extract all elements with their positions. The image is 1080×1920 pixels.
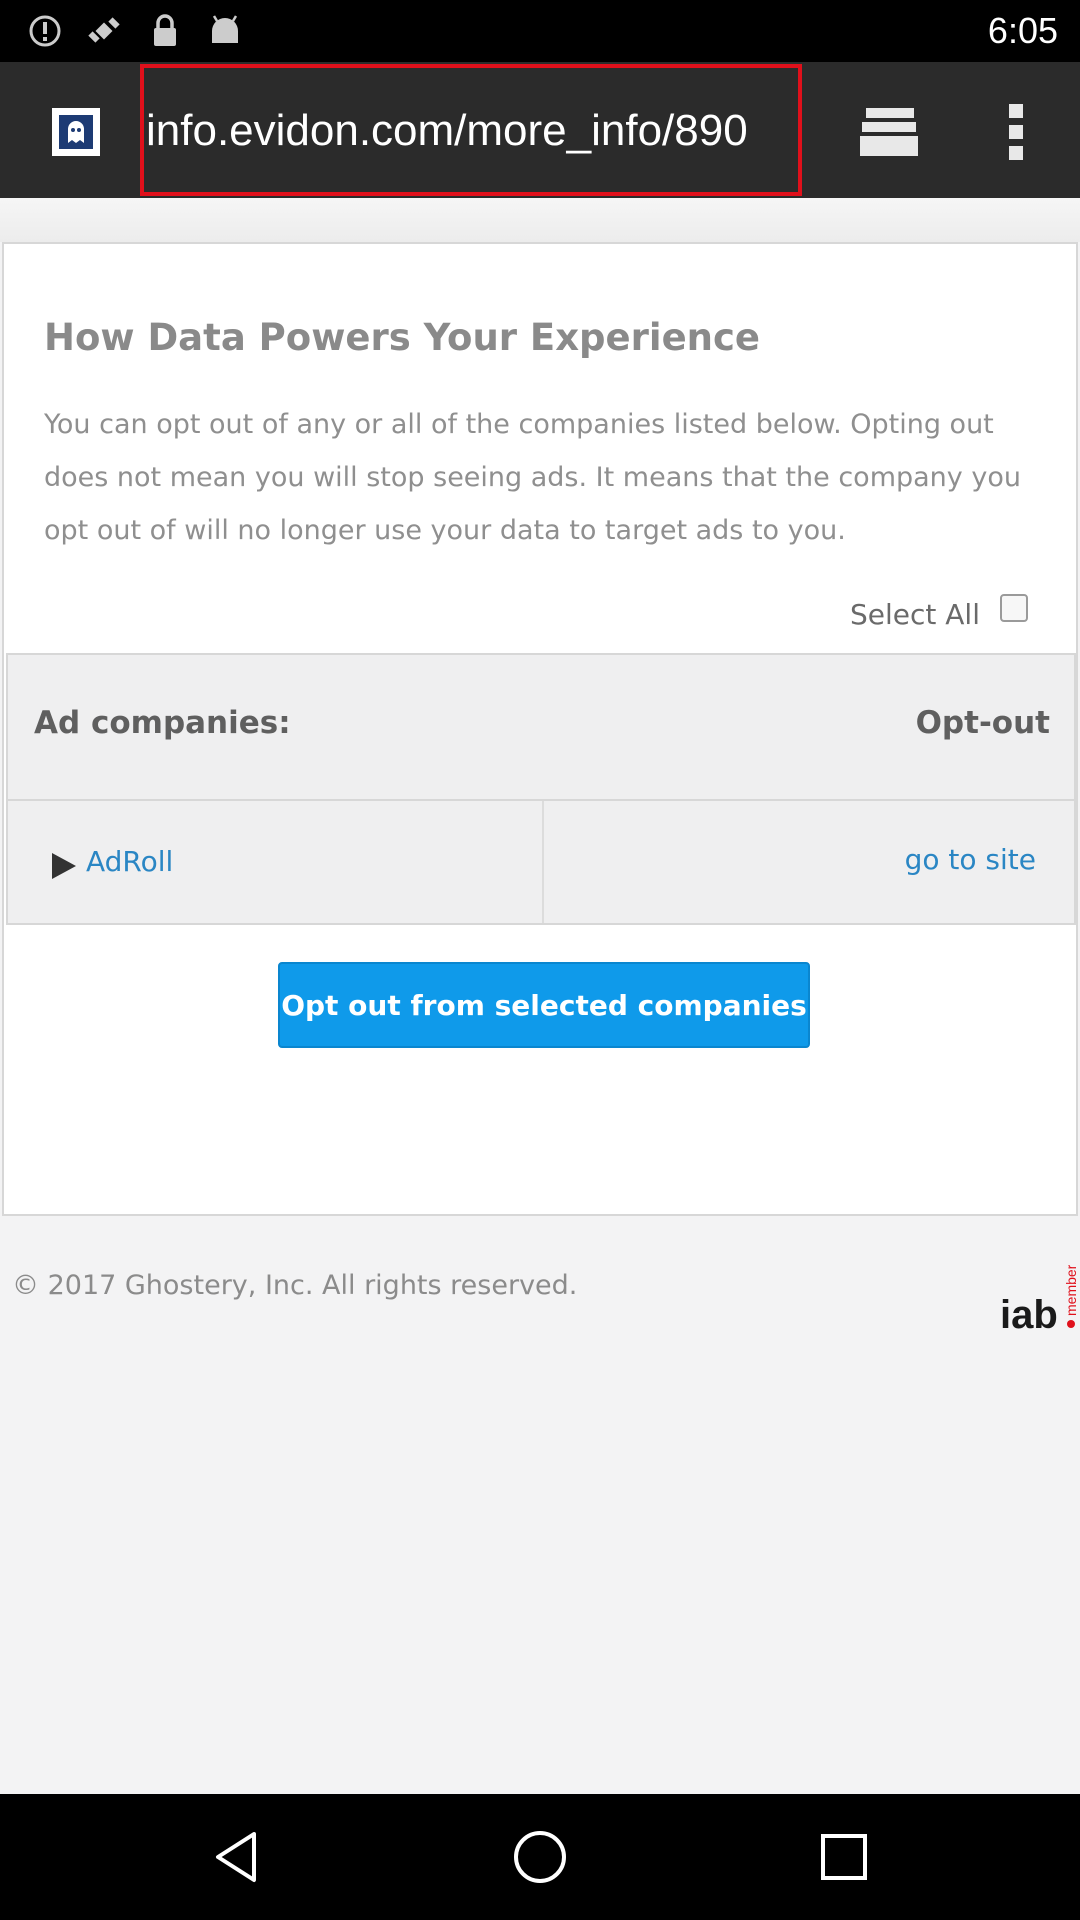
svg-text:member: member bbox=[1063, 1264, 1079, 1316]
select-all-label: Select All bbox=[850, 598, 980, 631]
column-header-companies: Ad companies: bbox=[34, 705, 291, 741]
select-all-checkbox[interactable] bbox=[1000, 594, 1028, 622]
copyright-text: © 2017 Ghostery, Inc. All rights reserve… bbox=[12, 1270, 578, 1301]
column-header-optout: Opt-out bbox=[915, 705, 1050, 741]
company-link-adroll[interactable]: AdRoll bbox=[86, 845, 173, 878]
lock-icon bbox=[146, 12, 184, 50]
iab-member-logo: iab member bbox=[996, 1244, 1080, 1337]
page-top-strip bbox=[0, 198, 1080, 242]
url-text: info.evidon.com/more_info/890 bbox=[146, 106, 748, 155]
status-system-icons: 6:05 bbox=[988, 6, 1058, 56]
url-bar[interactable]: info.evidon.com/more_info/890 bbox=[140, 64, 802, 196]
tabs-stack-icon[interactable] bbox=[858, 104, 922, 160]
browser-toolbar: info.evidon.com/more_info/890 bbox=[0, 62, 1080, 198]
go-to-site-link[interactable]: go to site bbox=[905, 843, 1036, 876]
page-title: How Data Powers Your Experience bbox=[44, 316, 761, 359]
alert-circle-icon bbox=[26, 12, 64, 50]
companies-table: Ad companies: Opt-out AdRoll go to site bbox=[6, 653, 1076, 925]
recents-icon[interactable] bbox=[814, 1827, 874, 1887]
android-icon bbox=[206, 12, 244, 50]
system-nav-bar bbox=[0, 1794, 1080, 1920]
row-divider bbox=[542, 801, 544, 923]
more-vert-icon[interactable] bbox=[1000, 102, 1034, 162]
table-header: Ad companies: Opt-out bbox=[8, 655, 1074, 801]
page-description: You can opt out of any or all of the com… bbox=[44, 409, 1021, 546]
status-time: 6:05 bbox=[987, 10, 1058, 51]
optout-card: How Data Powers Your Experience You can … bbox=[2, 242, 1078, 1216]
fake-gps-satellite-icon bbox=[86, 12, 124, 50]
table-row: AdRoll go to site bbox=[8, 801, 1074, 923]
status-notification-icons bbox=[26, 12, 244, 50]
optout-selected-button[interactable]: Opt out from selected companies bbox=[278, 962, 810, 1048]
ghostery-ghost-icon[interactable] bbox=[52, 108, 100, 156]
expand-arrow-icon[interactable] bbox=[52, 853, 76, 879]
status-bar: 6:05 bbox=[0, 0, 1080, 62]
home-icon[interactable] bbox=[510, 1827, 570, 1887]
back-icon[interactable] bbox=[206, 1827, 266, 1887]
svg-text:iab: iab bbox=[1000, 1293, 1058, 1334]
